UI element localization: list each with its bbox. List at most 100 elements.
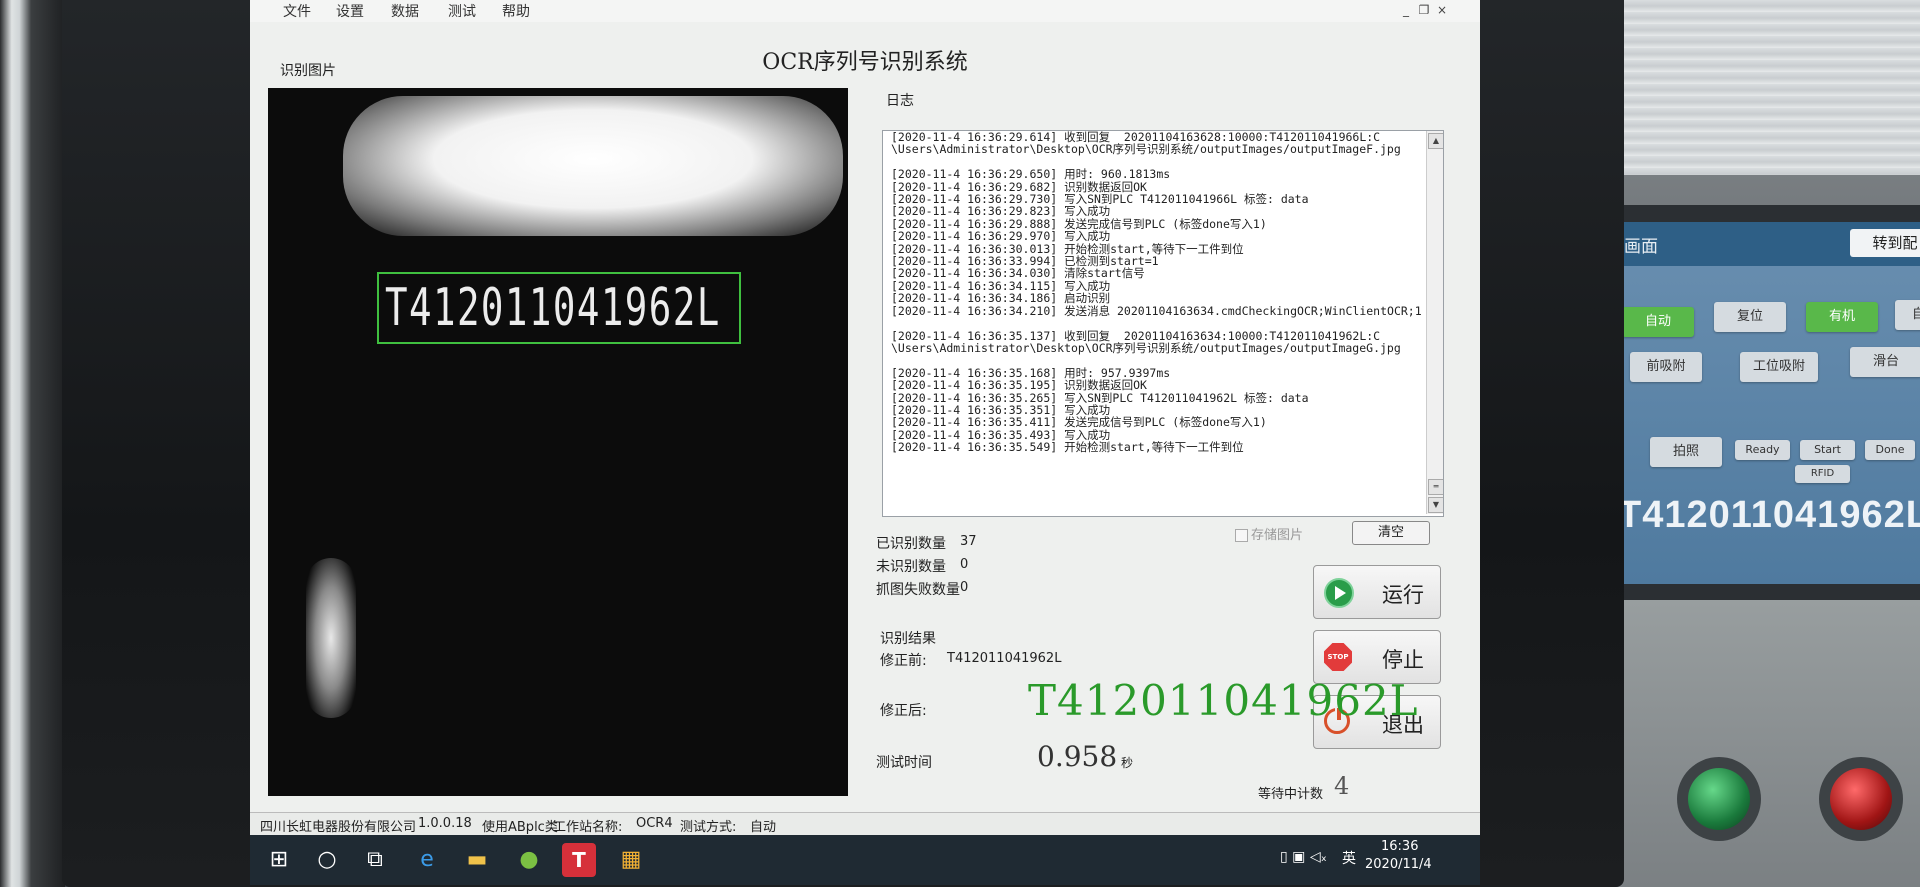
checkbox-icon[interactable] (1235, 529, 1248, 542)
status-version: 1.0.0.18 (418, 816, 472, 831)
edge-browser-icon[interactable]: e (410, 843, 444, 877)
status-company: 四川长虹电器股份有限公司 (260, 820, 417, 835)
status-plc: 使用ABplc类 (482, 820, 558, 835)
log-line: [2020-11-4 16:36:34.030] 清除start信号 (891, 266, 1145, 281)
before-correction-label: 修正前: (880, 653, 927, 669)
menu-test[interactable]: 测试 (448, 1, 476, 21)
red-lamp (1830, 768, 1892, 830)
scroll-up-icon[interactable]: ▲ (1428, 133, 1443, 149)
close-icon[interactable]: × (1434, 2, 1450, 18)
result-section-label: 识别结果 (880, 631, 936, 647)
ime-indicator[interactable]: 英 (1342, 848, 1356, 868)
log-line: [2020-11-4 16:36:29.650] 用时: 960.1813ms (891, 167, 1171, 182)
run-button[interactable]: 运行 (1313, 565, 1441, 619)
hmi-slide-button[interactable]: 滑台 (1850, 347, 1920, 377)
machine-top-panel (1620, 0, 1920, 175)
clock-date[interactable]: 2020/11/4 (1365, 857, 1432, 872)
waiting-count-label: 等待中计数 (1258, 787, 1324, 802)
menu-file[interactable]: 文件 (283, 1, 311, 21)
test-time-unit: 秒 (1121, 756, 1134, 770)
test-time-label: 测试时间 (876, 755, 932, 771)
windows-taskbar: ⊞ ○ ⧉ e ▬ ● T ▦ ▯ ▣ ◁ₓ 英 16:36 2020/11/4 (250, 835, 1480, 885)
play-icon (1324, 578, 1354, 608)
minimize-icon[interactable]: _ (1398, 2, 1414, 18)
windows-start-icon[interactable]: ⊞ (262, 843, 296, 877)
hmi-machine-button[interactable]: 有机 (1806, 302, 1878, 332)
run-button-label: 运行 (1382, 583, 1424, 607)
hmi-release-button[interactable]: 自放 (1895, 300, 1920, 330)
before-correction-value: T412011041962L (947, 651, 1062, 666)
hmi-station-suction-button[interactable]: 工位吸附 (1740, 352, 1818, 382)
log-line: [2020-11-4 16:36:35.195] 识别数据返回OK (891, 378, 1147, 393)
hmi-title: 画面 (1624, 237, 1658, 257)
after-correction-label: 修正后: (880, 703, 927, 719)
after-correction-value: T412011041962L (1028, 676, 1419, 725)
log-line: [2020-11-4 16:36:34.210] 发送消息 2020110416… (891, 303, 1422, 318)
status-station-label: 工作站名称: (553, 820, 623, 835)
menu-settings[interactable]: 设置 (336, 1, 364, 21)
log-line: \Users\Administrator\Desktop\OCR序列号识别系统/… (891, 142, 1401, 157)
stop-sign-icon: STOP (1324, 643, 1352, 671)
captured-image: T412011041962L (268, 88, 848, 796)
menu-data[interactable]: 数据 (391, 1, 419, 21)
status-station: OCR4 (636, 816, 673, 831)
status-mode-label: 测试方式: (680, 820, 737, 835)
log-textbox[interactable]: [2020-11-4 16:36:29.614] 收到回复 2020110416… (882, 130, 1444, 517)
hmi-titlebar: 画面 转到配 (1610, 222, 1920, 266)
log-line: [2020-11-4 16:36:29.823] 写入成功 (891, 204, 1111, 219)
log-scrollbar[interactable]: ▲ ═ ▼ (1426, 131, 1443, 514)
waiting-count-value: 4 (1334, 772, 1350, 800)
menu-help[interactable]: 帮助 (502, 1, 530, 21)
tray-icons[interactable]: ▯ ▣ ◁ₓ (1280, 849, 1327, 865)
file-explorer-icon[interactable]: ▬ (460, 843, 494, 877)
log-content: [2020-11-4 16:36:29.614] 收到回复 2020110416… (891, 131, 1422, 455)
status-mode: 自动 (750, 820, 777, 835)
save-image-label: 存储图片 (1251, 528, 1304, 543)
status-bar: 四川长虹电器股份有限公司 1.0.0.18 使用ABplc类 工作站名称: OC… (250, 812, 1480, 836)
app-title: OCR序列号识别系统 (762, 50, 968, 75)
recognized-count-label: 已识别数量 (876, 536, 946, 552)
unrecognized-count-label: 未识别数量 (876, 559, 946, 575)
left-frame (0, 0, 65, 887)
scroll-thumb[interactable]: ═ (1428, 479, 1443, 495)
search-icon[interactable]: ○ (310, 843, 344, 877)
hmi-front-suction-button[interactable]: 前吸附 (1630, 352, 1702, 382)
log-line: \Users\Administrator\Desktop\OCR序列号识别系统/… (891, 340, 1401, 355)
log-line: [2020-11-4 16:36:35.411] 发送完成信号到PLC (标签d… (891, 415, 1267, 430)
scroll-down-icon[interactable]: ▼ (1428, 497, 1443, 513)
monitor-screen: 文件 设置 数据 测试 帮助 _ ❐ × OCR序列号识别系统 识别图片 T41… (250, 0, 1480, 885)
log-line: [2020-11-4 16:36:35.549] 开始检测start,等待下一工… (891, 440, 1244, 455)
hmi-done-label: Done (1865, 440, 1915, 460)
hmi-reset-button[interactable]: 复位 (1714, 302, 1786, 332)
hmi-auto-button[interactable]: 自动 (1622, 307, 1694, 337)
hmi-start-label: Start (1800, 440, 1855, 460)
save-image-checkbox[interactable]: 存储图片 (1235, 524, 1303, 543)
log-label: 日志 (886, 93, 914, 109)
ocr-app-window: 文件 设置 数据 测试 帮助 _ ❐ × OCR序列号识别系统 识别图片 T41… (250, 0, 1480, 836)
hmi-ready-label: Ready (1735, 440, 1790, 460)
capture-fail-count-value: 0 (960, 580, 969, 595)
task-view-icon[interactable]: ⧉ (358, 843, 392, 877)
clock-time[interactable]: 16:36 (1381, 839, 1418, 854)
log-line: [2020-11-4 16:36:34.186] 启动识别 (891, 291, 1111, 306)
menu-bar: 文件 设置 数据 测试 帮助 _ ❐ × (250, 0, 1480, 22)
hmi-goto-button[interactable]: 转到配 (1850, 229, 1920, 257)
green-app-icon[interactable]: ● (512, 843, 546, 877)
recognized-count-value: 37 (960, 534, 977, 549)
image-serial-text: T412011041962L (385, 278, 721, 338)
hmi-photo-button[interactable]: 拍照 (1650, 437, 1722, 467)
stop-button-label: 停止 (1382, 648, 1424, 672)
ocr-detection-box: T412011041962L (377, 272, 741, 344)
unrecognized-count-value: 0 (960, 557, 969, 572)
t-app-icon[interactable]: T (562, 843, 596, 877)
ocr-app-taskbar-icon[interactable]: ▦ (614, 843, 648, 877)
image-glare-lower (306, 558, 356, 718)
maximize-icon[interactable]: ❐ (1416, 2, 1432, 18)
log-line: [2020-11-4 16:36:29.970] 写入成功 (891, 229, 1111, 244)
image-panel-label: 识别图片 (280, 63, 336, 79)
hmi-serial: T412011041962L (1618, 494, 1920, 536)
clear-button[interactable]: 清空 (1352, 521, 1430, 545)
hmi-screen: 画面 转到配 自动 复位 有机 自放 前吸附 工位吸附 滑台 拍照 Ready … (1610, 222, 1920, 584)
